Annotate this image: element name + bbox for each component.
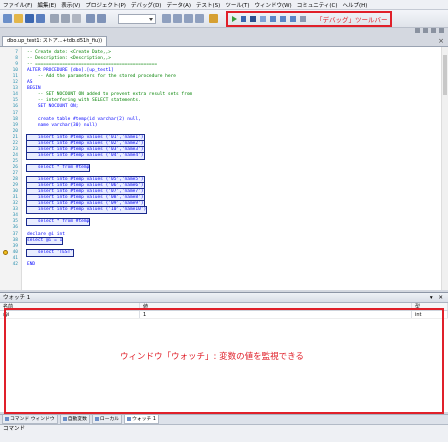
comment-icon[interactable]	[415, 28, 420, 33]
bottom-tab-label: ローカル	[99, 416, 120, 422]
toolbox-icon[interactable]	[195, 14, 204, 23]
bottom-tool-tabs: コマンド ウィンドウ 自動変数 ローカル ウォッチ 1	[0, 414, 448, 424]
break-all-icon[interactable]	[241, 16, 246, 22]
tool-window-icon	[127, 417, 132, 421]
step-into-icon[interactable]	[270, 16, 276, 22]
menu-bar: ファイル(F) 編集(E) 表示(V) プロジェクト(P) デバッグ(D) データ(A) テ…	[0, 0, 448, 10]
bottom-tab[interactable]: ローカル	[91, 415, 123, 424]
menu-item[interactable]: コミュニティ(C)	[297, 1, 338, 9]
solution-config-select[interactable]	[118, 14, 156, 24]
tool-window-icon	[94, 417, 99, 421]
tool-window-icon	[5, 417, 9, 421]
copy-icon[interactable]	[61, 14, 70, 23]
stop-debugging-icon[interactable]	[250, 16, 256, 22]
menu-item[interactable]: データ(A)	[166, 1, 191, 9]
bottom-tab[interactable]: 自動変数	[59, 415, 90, 424]
debug-toolbar: 「デバッグ」ツールバー	[226, 11, 392, 27]
menu-item[interactable]: 表示(V)	[61, 1, 80, 9]
redo-icon[interactable]	[97, 14, 106, 23]
debug-toolbar-annotation: 「デバッグ」ツールバー	[316, 16, 388, 24]
save-all-icon[interactable]	[36, 14, 45, 23]
menu-item[interactable]: ヘルプ(H)	[343, 1, 368, 9]
bottom-tab-label: 自動変数	[67, 416, 87, 422]
uncomment-icon[interactable]	[423, 28, 428, 33]
menu-item[interactable]: ウィンドウ(W)	[254, 1, 291, 9]
menu-item[interactable]: 編集(E)	[37, 1, 56, 9]
new-project-icon[interactable]	[3, 14, 12, 23]
menu-item[interactable]: ファイル(F)	[3, 1, 32, 9]
indent-icon[interactable]	[431, 28, 436, 33]
outdent-icon[interactable]	[439, 28, 444, 33]
open-folder-icon[interactable]	[14, 14, 23, 23]
start-page-icon[interactable]	[209, 14, 218, 23]
watch-window-controls[interactable]: ▾ ✕	[430, 293, 445, 303]
step-out-icon[interactable]	[290, 16, 296, 22]
properties-icon[interactable]	[184, 14, 193, 23]
solution-explorer-icon[interactable]	[173, 14, 182, 23]
undo-icon[interactable]	[86, 14, 95, 23]
editor-toolbar	[376, 28, 448, 36]
tool-window-icon	[62, 417, 67, 421]
command-window: コマンド	[0, 424, 448, 442]
find-icon[interactable]	[162, 14, 171, 23]
cut-icon[interactable]	[50, 14, 59, 23]
line-number: 42	[12, 261, 18, 267]
paste-icon[interactable]	[72, 14, 81, 23]
code-editor[interactable]: 7 -- Create date: <Create Date,,> 8 -- Desc…	[0, 46, 448, 290]
bottom-tab[interactable]: ウォッチ 1	[124, 415, 159, 424]
watch-annotation: ウィンドウ「ウォッチ」: 変数の値を監視できる	[120, 352, 304, 362]
menu-item[interactable]: テスト(S)	[196, 1, 220, 9]
watch-window-title: ウォッチ 1 ▾ ✕	[0, 293, 448, 303]
close-document-icon[interactable]: ×	[438, 37, 444, 45]
document-tab[interactable]: dbo.up_test1: ストア...+tdb.d51h_fiu))	[2, 36, 108, 46]
hex-display-icon[interactable]	[300, 16, 306, 22]
continue-icon[interactable]	[232, 16, 237, 22]
step-over-icon[interactable]	[280, 16, 286, 22]
menu-item[interactable]: ツール(T)	[225, 1, 249, 9]
code-text[interactable]: END	[27, 262, 35, 268]
show-next-statement-icon[interactable]	[260, 16, 266, 22]
bottom-tab[interactable]: コマンド ウィンドウ	[2, 415, 58, 424]
bottom-tab-label: コマンド ウィンドウ	[10, 416, 55, 422]
code-line[interactable]: 42 END	[0, 262, 448, 268]
bottom-tab-label: ウォッチ 1	[132, 416, 156, 422]
watch-title-text: ウォッチ 1	[3, 295, 31, 301]
save-icon[interactable]	[25, 14, 34, 23]
menu-item[interactable]: デバッグ(D)	[131, 1, 162, 9]
menu-item[interactable]: プロジェクト(P)	[85, 1, 126, 9]
command-window-title: コマンド	[3, 426, 26, 432]
